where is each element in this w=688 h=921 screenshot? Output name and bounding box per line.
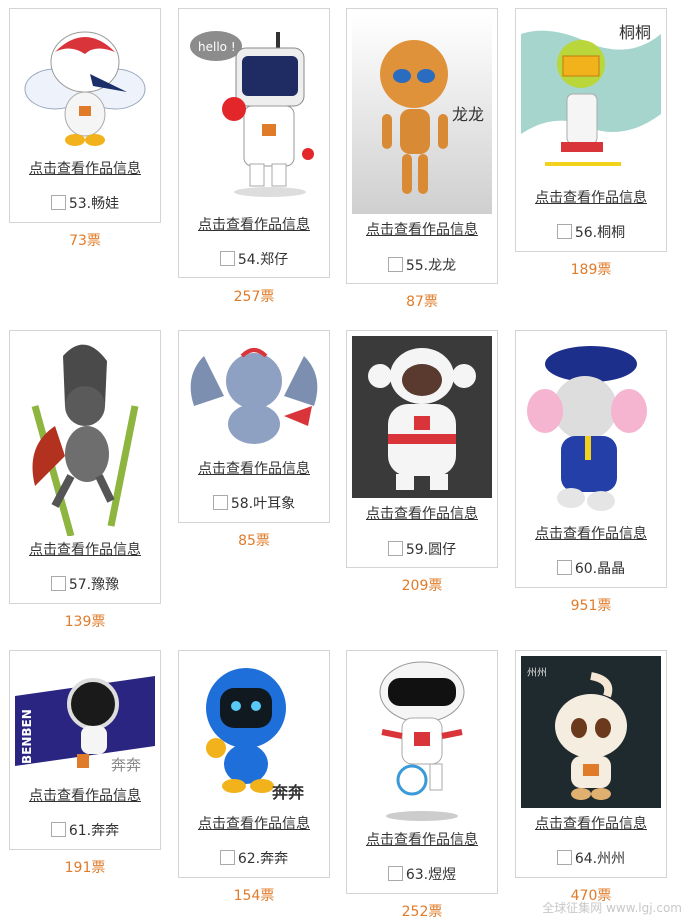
- vote-checkbox[interactable]: [387, 257, 403, 272]
- item-name: 62.奔奔: [237, 851, 289, 867]
- mascot-conductor-elephant-icon[interactable]: [521, 336, 661, 522]
- view-info-link[interactable]: 点击查看作品信息: [178, 813, 330, 833]
- vote-count: 257票: [233, 289, 275, 305]
- item-name: 59.圆仔: [405, 542, 457, 558]
- hello-badge: hello !: [198, 40, 236, 54]
- mascot-skier-icon[interactable]: [15, 336, 155, 536]
- mascot-robot-hello-icon[interactable]: hello !: [184, 14, 324, 204]
- vote-checkbox[interactable]: [212, 495, 228, 510]
- view-info-link[interactable]: 点击查看作品信息: [346, 219, 498, 239]
- vote-count: 209票: [401, 578, 443, 594]
- vote-count: 73票: [69, 233, 101, 249]
- item-name: 56.桐桐: [574, 225, 626, 241]
- item-name: 58.叶耳象: [230, 496, 296, 512]
- vote-count: 189票: [570, 262, 612, 278]
- vote-checkbox[interactable]: [387, 866, 403, 881]
- caption-text: 龙龙: [452, 105, 484, 124]
- mascot-benben-icon[interactable]: BENBEN 奔奔: [15, 656, 155, 782]
- caption-text: 奔奔: [271, 783, 305, 802]
- watermark: 全球征集网 www.lgj.com: [542, 901, 682, 915]
- vote-checkbox-row: 53.畅娃: [9, 193, 161, 213]
- item-name: 61.奔奔: [68, 823, 120, 839]
- vote-checkbox-row: 64.州州: [515, 848, 667, 868]
- vote-count: 85票: [238, 533, 270, 549]
- mascot-bird-icon[interactable]: [15, 14, 155, 154]
- vote-checkbox-row: 60.晶晶: [515, 558, 667, 578]
- mascot-girl-icon[interactable]: 桐桐: [521, 14, 661, 180]
- view-info-link[interactable]: 点击查看作品信息: [346, 829, 498, 849]
- vote-checkbox[interactable]: [50, 576, 66, 591]
- view-info-link[interactable]: 点击查看作品信息: [9, 785, 161, 805]
- vote-checkbox-row: 62.奔奔: [178, 848, 330, 868]
- vote-checkbox-row: 63.煜煜: [346, 864, 498, 884]
- vote-count: 951票: [570, 598, 612, 614]
- vote-count: 139票: [64, 614, 106, 630]
- vote-checkbox-row: 61.奔奔: [9, 820, 161, 840]
- item-name: 54.郑仔: [237, 252, 289, 268]
- vote-count: 252票: [401, 904, 443, 920]
- vote-checkbox[interactable]: [50, 195, 66, 210]
- view-info-link[interactable]: 点击查看作品信息: [178, 214, 330, 234]
- vote-checkbox[interactable]: [219, 850, 235, 865]
- view-info-link[interactable]: 点击查看作品信息: [515, 813, 667, 833]
- vote-checkbox-row: 55.龙龙: [346, 255, 498, 275]
- banner-text: BENBEN: [20, 709, 34, 764]
- mascot-dragon-icon[interactable]: 龙龙: [352, 14, 492, 214]
- caption-text: 桐桐: [619, 23, 651, 42]
- mascot-train-robot-icon[interactable]: [352, 656, 492, 824]
- vote-checkbox[interactable]: [387, 541, 403, 556]
- mascot-blue-robot-icon[interactable]: 奔奔: [184, 656, 324, 810]
- vote-checkbox-row: 56.桐桐: [515, 222, 667, 242]
- mascot-baby-icon[interactable]: 州州: [521, 656, 661, 808]
- view-info-link[interactable]: 点击查看作品信息: [9, 158, 161, 178]
- vote-checkbox-row: 58.叶耳象: [178, 493, 330, 513]
- vote-count: 87票: [406, 294, 438, 310]
- vote-checkbox[interactable]: [219, 251, 235, 266]
- item-name: 63.煜煜: [405, 867, 457, 883]
- item-name: 60.晶晶: [574, 561, 626, 577]
- vote-checkbox-row: 57.豫豫: [9, 574, 161, 594]
- item-name: 64.州州: [574, 851, 626, 867]
- vote-count: 154票: [233, 888, 275, 904]
- vote-checkbox-row: 59.圆仔: [346, 539, 498, 559]
- view-info-link[interactable]: 点击查看作品信息: [515, 523, 667, 543]
- caption-text: 州州: [527, 667, 547, 679]
- caption-text: 奔奔: [111, 756, 141, 774]
- vote-count: 191票: [64, 860, 106, 876]
- view-info-link[interactable]: 点击查看作品信息: [515, 187, 667, 207]
- vote-checkbox-row: 54.郑仔: [178, 249, 330, 269]
- vote-checkbox[interactable]: [50, 822, 66, 837]
- view-info-link[interactable]: 点击查看作品信息: [346, 503, 498, 523]
- mascot-monkey-icon[interactable]: [352, 336, 492, 498]
- vote-checkbox[interactable]: [556, 224, 572, 239]
- vote-checkbox[interactable]: [556, 850, 572, 865]
- vote-checkbox[interactable]: [556, 560, 572, 575]
- item-name: 53.畅娃: [68, 196, 120, 212]
- item-name: 57.豫豫: [68, 577, 120, 593]
- item-name: 55.龙龙: [405, 258, 457, 274]
- mascot-elephant-icon[interactable]: [184, 336, 324, 452]
- view-info-link[interactable]: 点击查看作品信息: [178, 458, 330, 478]
- view-info-link[interactable]: 点击查看作品信息: [9, 539, 161, 559]
